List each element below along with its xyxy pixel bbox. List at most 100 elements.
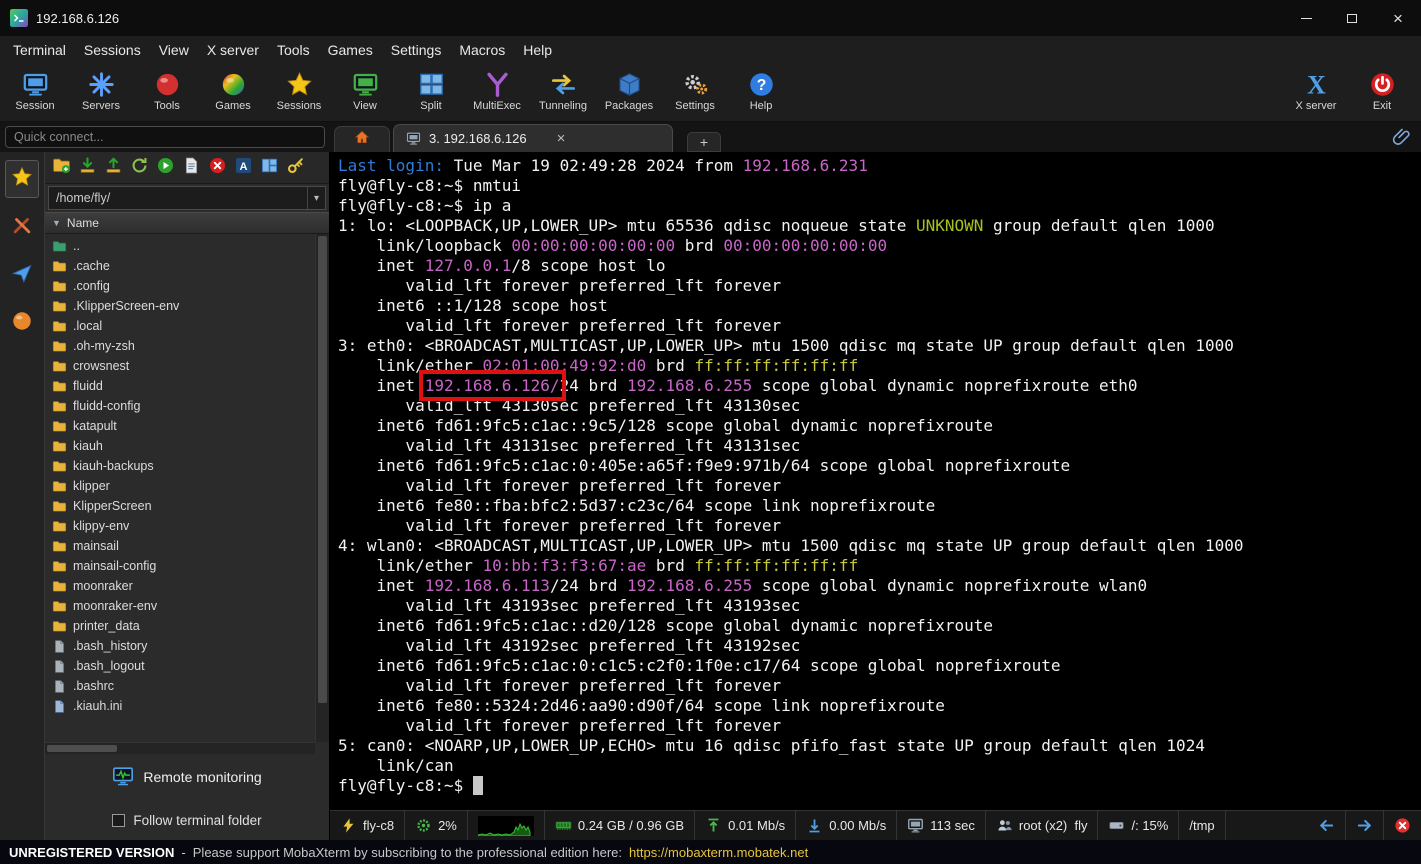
toolbar-servers-button[interactable]: Servers (68, 66, 134, 112)
file-row[interactable]: mainsail (45, 536, 329, 556)
new-tab-button[interactable]: + (687, 132, 721, 152)
status-nav-right[interactable] (1346, 811, 1384, 840)
side-tab-tools[interactable] (5, 208, 39, 246)
file-row[interactable]: .bash_logout (45, 656, 329, 676)
close-window-button[interactable]: × (1375, 0, 1421, 36)
path-bar: /home/fly/ ▾ (48, 186, 326, 210)
toolbar-exit-button[interactable]: Exit (1349, 66, 1415, 112)
file-row[interactable]: kiauh (45, 436, 329, 456)
sftp-edit-file-button[interactable] (180, 156, 203, 179)
file-row[interactable]: moonraker (45, 576, 329, 596)
graph-icon (478, 816, 534, 836)
terminal-line: link/loopback 00:00:00:00:00:00 brd 00:0… (338, 236, 1421, 256)
terminal-text: 3: eth0: <BROADCAST,MULTICAST,UP,LOWER_U… (338, 336, 1234, 355)
status-nav-left[interactable] (1308, 811, 1346, 840)
toolbar-sessions-button[interactable]: Sessions (266, 66, 332, 112)
side-tab-favorites[interactable] (5, 160, 39, 198)
path-dropdown-button[interactable]: ▾ (307, 187, 325, 209)
menu-terminal[interactable]: Terminal (4, 39, 75, 61)
file-row[interactable]: fluidd-config (45, 396, 329, 416)
vertical-scrollbar[interactable] (315, 234, 329, 742)
file-row[interactable]: kiauh-backups (45, 456, 329, 476)
sftp-split-view-button[interactable] (258, 156, 281, 179)
toolbar-multiexec-button[interactable]: MultiExec (464, 66, 530, 112)
horizontal-scrollbar-thumb[interactable] (47, 745, 117, 752)
sftp-new-folder-button[interactable] (50, 156, 73, 179)
sftp-execute-button[interactable] (154, 156, 177, 179)
side-tab-macros[interactable] (5, 304, 39, 342)
menu-macros[interactable]: Macros (450, 39, 514, 61)
menu-bar: TerminalSessionsViewX serverToolsGamesSe… (0, 36, 1421, 64)
file-row[interactable]: .KlipperScreen-env (45, 296, 329, 316)
tab-close-icon[interactable]: × (557, 131, 566, 146)
file-row[interactable]: crowsnest (45, 356, 329, 376)
file-name: fluidd (73, 379, 103, 393)
gears-icon (682, 70, 709, 98)
file-row[interactable]: printer_data (45, 616, 329, 636)
multiexec-y-icon (484, 70, 511, 98)
minimize-button[interactable] (1283, 0, 1329, 36)
follow-checkbox[interactable] (112, 814, 125, 827)
maximize-button[interactable] (1329, 0, 1375, 36)
toolbar-tunneling-button[interactable]: Tunneling (530, 66, 596, 112)
file-row[interactable]: .. (45, 236, 329, 256)
menu-help[interactable]: Help (514, 39, 561, 61)
status-users: root (x2) fly (986, 811, 1099, 840)
terminal[interactable]: Last login: Tue Mar 19 02:49:28 2024 fro… (330, 152, 1421, 810)
terminal-line: inet6 fd61:9fc5:c1ac:0:c1c5:c2f0:1f0e:c1… (338, 656, 1421, 676)
file-row[interactable]: .bashrc (45, 676, 329, 696)
toolbar-view-button[interactable]: View (332, 66, 398, 112)
file-row[interactable]: mainsail-config (45, 556, 329, 576)
file-row[interactable]: katapult (45, 416, 329, 436)
terminal-text: inet (338, 576, 425, 595)
toolbar-games-button[interactable]: Games (200, 66, 266, 112)
toolbar-session-button[interactable]: Session (2, 66, 68, 112)
sftp-encoding-button[interactable]: A (232, 156, 255, 179)
file-row[interactable]: klippy-env (45, 516, 329, 536)
file-name: kiauh (73, 439, 103, 453)
sftp-refresh-button[interactable] (128, 156, 151, 179)
file-row[interactable]: klipper (45, 476, 329, 496)
menu-sessions[interactable]: Sessions (75, 39, 150, 61)
name-column-header[interactable]: ▼ Name (45, 212, 329, 234)
file-row[interactable]: .oh-my-zsh (45, 336, 329, 356)
follow-terminal-folder[interactable]: Follow terminal folder (45, 800, 329, 840)
file-row[interactable]: .local (45, 316, 329, 336)
toolbar-packages-button[interactable]: Packages (596, 66, 662, 112)
horizontal-scrollbar[interactable] (45, 742, 315, 754)
sftp-disconnect-button[interactable] (206, 156, 229, 179)
toolbar-help-button[interactable]: ?Help (728, 66, 794, 112)
file-row[interactable]: fluidd (45, 376, 329, 396)
menu-settings[interactable]: Settings (382, 39, 451, 61)
terminal-text: 4: wlan0: <BROADCAST,MULTICAST,UP,LOWER_… (338, 536, 1243, 555)
menu-view[interactable]: View (150, 39, 198, 61)
vertical-scrollbar-thumb[interactable] (318, 236, 327, 703)
menu-games[interactable]: Games (319, 39, 382, 61)
toolbar-split-button[interactable]: Split (398, 66, 464, 112)
folder-icon (52, 539, 67, 554)
footer-link[interactable]: https://mobaxterm.mobatek.net (629, 845, 808, 860)
file-row[interactable]: moonraker-env (45, 596, 329, 616)
menu-x-server[interactable]: X server (198, 39, 268, 61)
status-close-terminal[interactable] (1384, 811, 1421, 840)
footer: UNREGISTERED VERSION - Please support Mo… (0, 840, 1421, 864)
menu-tools[interactable]: Tools (268, 39, 319, 61)
sftp-download-button[interactable] (76, 156, 99, 179)
terminal-text: 127.0.0.1 (425, 256, 512, 275)
side-tab-sessions[interactable] (5, 256, 39, 294)
toolbar-settings-button[interactable]: Settings (662, 66, 728, 112)
active-session-tab[interactable]: 3. 192.168.6.126 × (393, 124, 673, 152)
sftp-ssh-key-button[interactable] (284, 156, 307, 179)
paperclip-icon[interactable] (1392, 127, 1421, 147)
quick-connect-input[interactable] (5, 126, 325, 148)
file-row[interactable]: .bash_history (45, 636, 329, 656)
toolbar-tools-button[interactable]: Tools (134, 66, 200, 112)
remote-monitoring-button[interactable]: Remote monitoring (45, 754, 329, 800)
sftp-upload-button[interactable] (102, 156, 125, 179)
file-row[interactable]: .kiauh.ini (45, 696, 329, 716)
file-row[interactable]: KlipperScreen (45, 496, 329, 516)
home-tab[interactable] (334, 126, 390, 152)
file-row[interactable]: .cache (45, 256, 329, 276)
toolbar-x-server-button[interactable]: XX server (1283, 66, 1349, 112)
file-row[interactable]: .config (45, 276, 329, 296)
